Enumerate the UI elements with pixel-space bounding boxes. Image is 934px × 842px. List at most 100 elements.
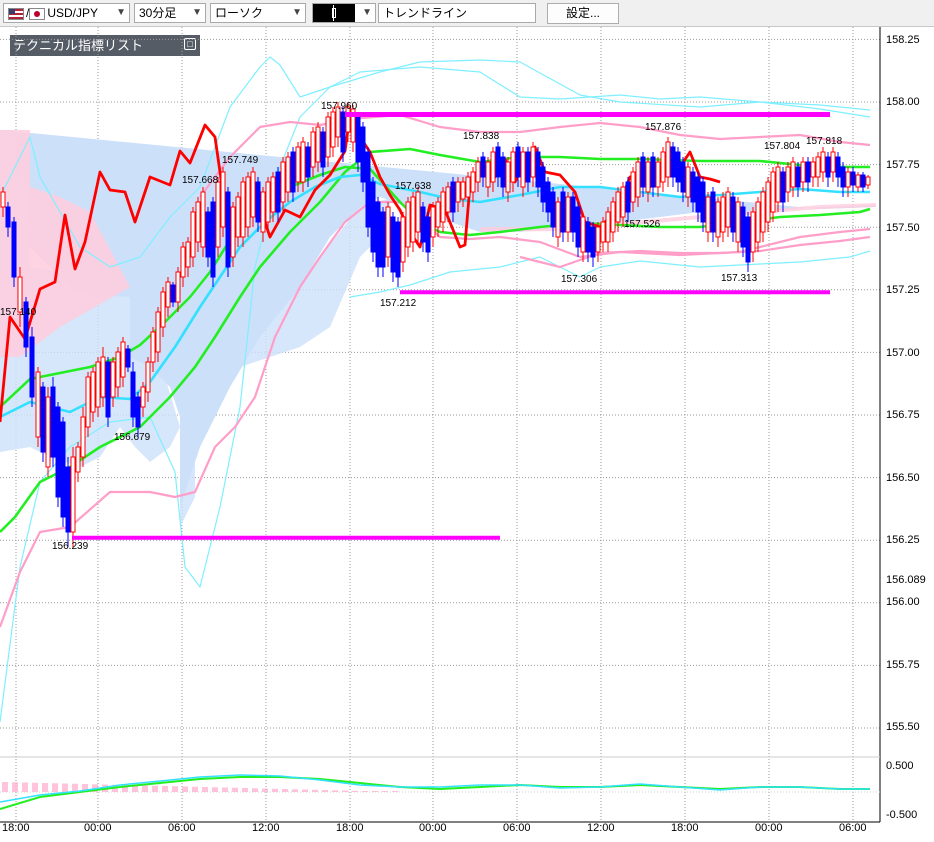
candle-body: [285, 156, 291, 193]
price-tick: 157.50: [886, 222, 920, 234]
candle-body: [410, 196, 416, 243]
macd-signal: [0, 776, 870, 810]
candle-body: [665, 141, 671, 178]
candle-body: [740, 206, 746, 248]
candle-body: [795, 166, 801, 188]
price-annotation: 156.239: [52, 541, 89, 552]
candle-body: [710, 191, 716, 233]
histogram-bar: [152, 785, 158, 792]
candle-body: [95, 361, 101, 408]
histogram-bar: [252, 788, 258, 792]
candle-body: [820, 151, 826, 173]
jp-flag-icon: [29, 7, 46, 20]
candle-body: [785, 166, 791, 193]
candle-body: [565, 196, 571, 233]
candle-body: [600, 221, 606, 243]
histogram-bar: [182, 786, 188, 792]
candle-body: [805, 161, 811, 183]
candle-body: [250, 171, 256, 218]
candle-body: [340, 111, 346, 153]
candle-body: [660, 151, 666, 183]
candle-body: [405, 201, 411, 248]
time-tick: 06:00: [503, 822, 531, 834]
candle-body: [135, 396, 141, 428]
candle-body: [615, 191, 621, 223]
price-annotation: 157.818: [806, 136, 843, 147]
chart-type-select[interactable]: ローソク ▼: [210, 3, 306, 23]
price-annotation: 157.212: [380, 298, 417, 309]
candle-body: [170, 284, 176, 303]
candle-body: [540, 166, 546, 203]
time-tick: 00:00: [755, 822, 783, 834]
settings-button[interactable]: 設定...: [547, 3, 619, 24]
histogram-bar: [12, 782, 18, 792]
candle-body: [445, 186, 451, 213]
histogram-bar: [22, 782, 28, 792]
candle-body: [155, 311, 161, 353]
candle-body: [370, 181, 376, 253]
candle-body: [570, 196, 576, 233]
candle-body: [360, 126, 366, 183]
chart-type-label: ローソク: [215, 6, 264, 20]
candle-body: [580, 216, 586, 253]
candle-body: [225, 191, 231, 268]
symbol-label: USD/JPY: [47, 6, 99, 20]
candle-body: [300, 141, 306, 183]
timeframe-select[interactable]: 30分足 ▼: [134, 3, 206, 23]
histogram-bar: [352, 790, 358, 792]
candle-body: [730, 196, 736, 233]
candle-icon: [313, 4, 355, 22]
histogram-bar: [2, 782, 8, 792]
candle-body: [560, 191, 566, 233]
candle-body: [840, 166, 846, 188]
price-tick: 156.75: [886, 409, 920, 421]
candle-body: [180, 246, 186, 278]
histogram-bar: [142, 785, 148, 792]
drawing-tool-label: トレンドライン: [383, 6, 468, 20]
histogram-bar: [292, 789, 298, 792]
candle-body: [765, 181, 771, 223]
price-annotation: 157.306: [561, 274, 598, 285]
candle-body: [625, 181, 631, 213]
candle-body: [500, 156, 506, 188]
candle-body: [140, 386, 146, 408]
candle-body: [780, 171, 786, 203]
candle-body: [420, 206, 426, 243]
candle-body: [470, 171, 476, 193]
candle-body: [825, 156, 831, 178]
candle-body: [735, 201, 741, 243]
candle-body: [240, 181, 246, 238]
candle-body: [80, 416, 86, 458]
candle-body: [100, 356, 106, 398]
candle-body: [115, 351, 121, 388]
candle-body: [5, 206, 11, 228]
histogram-bar: [262, 788, 268, 792]
drawing-tool-select[interactable]: ▼: [312, 3, 376, 23]
candle-body: [90, 371, 96, 413]
candle-body: [810, 161, 816, 178]
candle-body: [430, 206, 436, 238]
histogram-bar: [62, 783, 68, 792]
symbol-select[interactable]: / USD/JPY ▼: [3, 3, 130, 23]
candle-body: [485, 161, 491, 188]
candle-body: [455, 181, 461, 203]
candle-body: [520, 151, 526, 188]
time-tick: 12:00: [252, 822, 280, 834]
toolbar: / USD/JPY ▼ 30分足 ▼ ローソク ▼ ▼ トレンドライン 設定...: [0, 0, 934, 27]
histogram-bar: [312, 789, 318, 792]
price-annotation: 157.749: [222, 155, 259, 166]
histogram-bar: [242, 788, 248, 792]
candle-body: [165, 281, 171, 308]
price-annotation: 157.804: [764, 141, 801, 152]
price-tick: 155.75: [886, 659, 920, 671]
candle-body: [110, 361, 116, 398]
candle-body: [270, 176, 276, 213]
histogram-bar: [52, 783, 58, 792]
candle-body: [145, 361, 151, 393]
candle-body: [620, 186, 626, 218]
candle-body: [850, 171, 856, 186]
drawing-tool-name[interactable]: トレンドライン: [378, 3, 536, 23]
histogram-bar: [362, 791, 368, 792]
histogram-bar: [382, 791, 388, 792]
price-tick: 158.25: [886, 34, 920, 46]
